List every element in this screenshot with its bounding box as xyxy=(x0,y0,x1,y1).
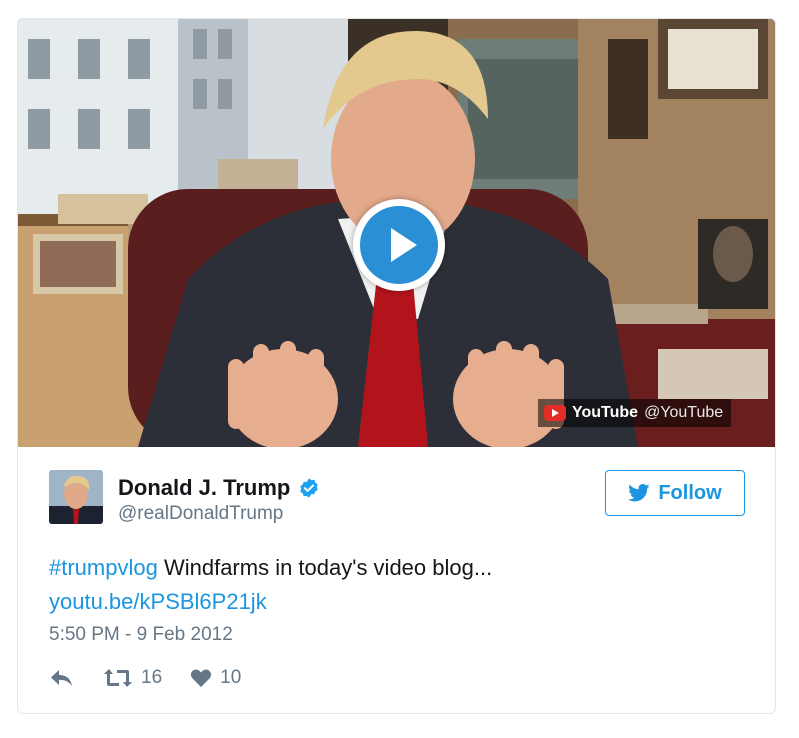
follow-label: Follow xyxy=(658,481,722,504)
retweet-icon xyxy=(104,669,132,687)
author-name: Donald J. Trump xyxy=(118,475,291,500)
tweet-text: #trumpvlog Windfarms in today's video bl… xyxy=(49,551,749,619)
video-link[interactable]: youtu.be/kPSBl6P21jk xyxy=(49,589,267,614)
twitter-bird-icon xyxy=(628,484,650,502)
verified-badge-icon xyxy=(300,478,319,498)
tweet-body-text: Windfarms in today's video blog... xyxy=(157,555,493,580)
like-button[interactable]: 10 xyxy=(190,667,241,689)
video-thumbnail[interactable]: YouTube @YouTube xyxy=(18,19,775,447)
youtube-attribution[interactable]: YouTube @YouTube xyxy=(538,399,732,427)
follow-button[interactable]: Follow xyxy=(605,470,745,516)
hashtag-link[interactable]: #trumpvlog xyxy=(49,555,158,580)
reply-icon xyxy=(51,670,72,686)
like-count: 10 xyxy=(220,667,242,688)
tweet-timestamp[interactable]: 5:50 PM - 9 Feb 2012 xyxy=(49,624,233,646)
user-avatar[interactable] xyxy=(49,470,103,524)
youtube-handle-label: @YouTube xyxy=(644,404,724,421)
author-handle[interactable]: @realDonaldTrump xyxy=(118,503,283,525)
retweet-button[interactable]: 16 xyxy=(103,667,162,689)
heart-icon xyxy=(191,669,212,687)
retweet-count: 16 xyxy=(141,667,163,688)
reply-button[interactable] xyxy=(49,668,75,688)
embedded-tweet-card: YouTube @YouTube Donald J. Trump @realDo… xyxy=(17,18,776,714)
play-button[interactable] xyxy=(353,199,445,291)
avatar-image xyxy=(49,470,103,524)
youtube-logo-icon xyxy=(544,405,566,421)
tweet-actions: 16 10 xyxy=(49,667,269,689)
youtube-brand-label: YouTube xyxy=(572,404,639,421)
play-icon xyxy=(360,206,438,284)
author-name-row[interactable]: Donald J. Trump xyxy=(118,475,320,501)
